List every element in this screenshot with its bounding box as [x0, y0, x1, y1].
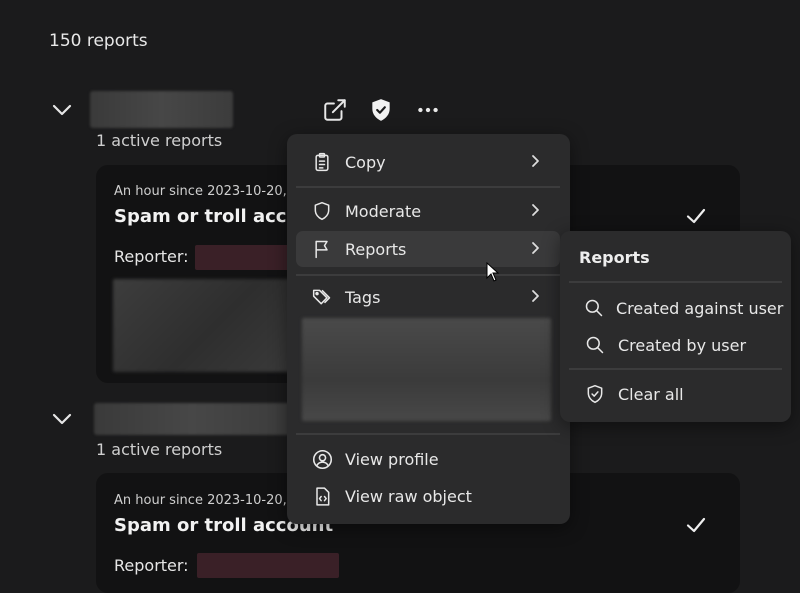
submenu-item-created-against-user[interactable]: Created against user	[569, 290, 784, 326]
report-reason: Spam or troll acco	[114, 206, 299, 227]
menu-item-label: Copy	[345, 152, 386, 172]
active-reports-label: 1 active reports	[96, 131, 223, 150]
report-timestamp: An hour since 2023-10-20,	[114, 184, 287, 199]
menu-item-label: Reports	[345, 239, 407, 259]
report-content-redacted	[113, 279, 290, 372]
submenu-item-label: Clear all	[618, 384, 684, 404]
code-file-icon	[311, 485, 333, 507]
tags-icon	[311, 286, 333, 308]
menu-divider	[296, 186, 560, 188]
shield-icon	[311, 200, 333, 222]
reports-submenu: Reports Created against user Created by …	[560, 231, 791, 422]
redacted-menu-items	[302, 318, 551, 421]
user-name-redacted	[94, 403, 290, 435]
user-name-redacted	[90, 91, 233, 128]
menu-divider	[569, 368, 782, 370]
menu-item-label: View profile	[345, 449, 439, 469]
menu-item-label: Moderate	[345, 201, 422, 221]
chevron-right-icon	[532, 204, 539, 216]
reporter-label: Reporter:	[114, 247, 189, 266]
submenu-title: Reports	[579, 248, 650, 267]
resolve-check-icon[interactable]	[685, 514, 707, 542]
flag-icon	[311, 238, 333, 260]
menu-divider	[296, 433, 560, 435]
search-icon	[584, 334, 606, 356]
report-count: 150 reports	[49, 31, 148, 51]
menu-item-reports[interactable]: Reports	[296, 231, 560, 267]
menu-item-view-profile[interactable]: View profile	[296, 441, 560, 477]
reporter-redacted	[195, 245, 290, 270]
chevron-down-icon[interactable]	[51, 408, 73, 430]
submenu-item-created-by-user[interactable]: Created by user	[569, 327, 782, 363]
context-menu: Copy Moderate Reports Tags View profile …	[287, 134, 570, 524]
chevron-right-icon	[532, 242, 539, 254]
menu-divider	[296, 274, 560, 276]
chevron-down-icon[interactable]	[51, 99, 73, 121]
external-link-icon[interactable]	[320, 95, 350, 125]
submenu-item-clear-all[interactable]: Clear all	[569, 376, 782, 412]
submenu-item-label: Created against user	[616, 298, 784, 318]
report-timestamp: An hour since 2023-10-20,	[114, 493, 287, 508]
cursor-icon	[486, 261, 500, 286]
menu-item-label: View raw object	[345, 486, 472, 506]
chevron-right-icon	[532, 290, 539, 302]
menu-divider	[569, 281, 782, 283]
reporter-label: Reporter:	[114, 556, 189, 575]
clipboard-icon	[311, 151, 333, 173]
chevron-right-icon	[532, 155, 539, 167]
search-icon	[584, 297, 604, 319]
submenu-item-label: Created by user	[618, 335, 747, 355]
reporter-redacted	[197, 553, 339, 578]
menu-item-tags[interactable]: Tags	[296, 279, 560, 315]
active-reports-label: 1 active reports	[96, 440, 223, 459]
shield-check-icon[interactable]	[366, 95, 396, 125]
menu-item-copy[interactable]: Copy	[296, 144, 560, 180]
more-icon[interactable]	[413, 95, 443, 125]
shield-check-icon	[584, 383, 606, 405]
user-circle-icon	[311, 448, 333, 470]
menu-item-label: Tags	[345, 287, 381, 307]
menu-item-moderate[interactable]: Moderate	[296, 193, 560, 229]
menu-item-view-raw-object[interactable]: View raw object	[296, 478, 560, 514]
resolve-check-icon[interactable]	[685, 205, 707, 233]
